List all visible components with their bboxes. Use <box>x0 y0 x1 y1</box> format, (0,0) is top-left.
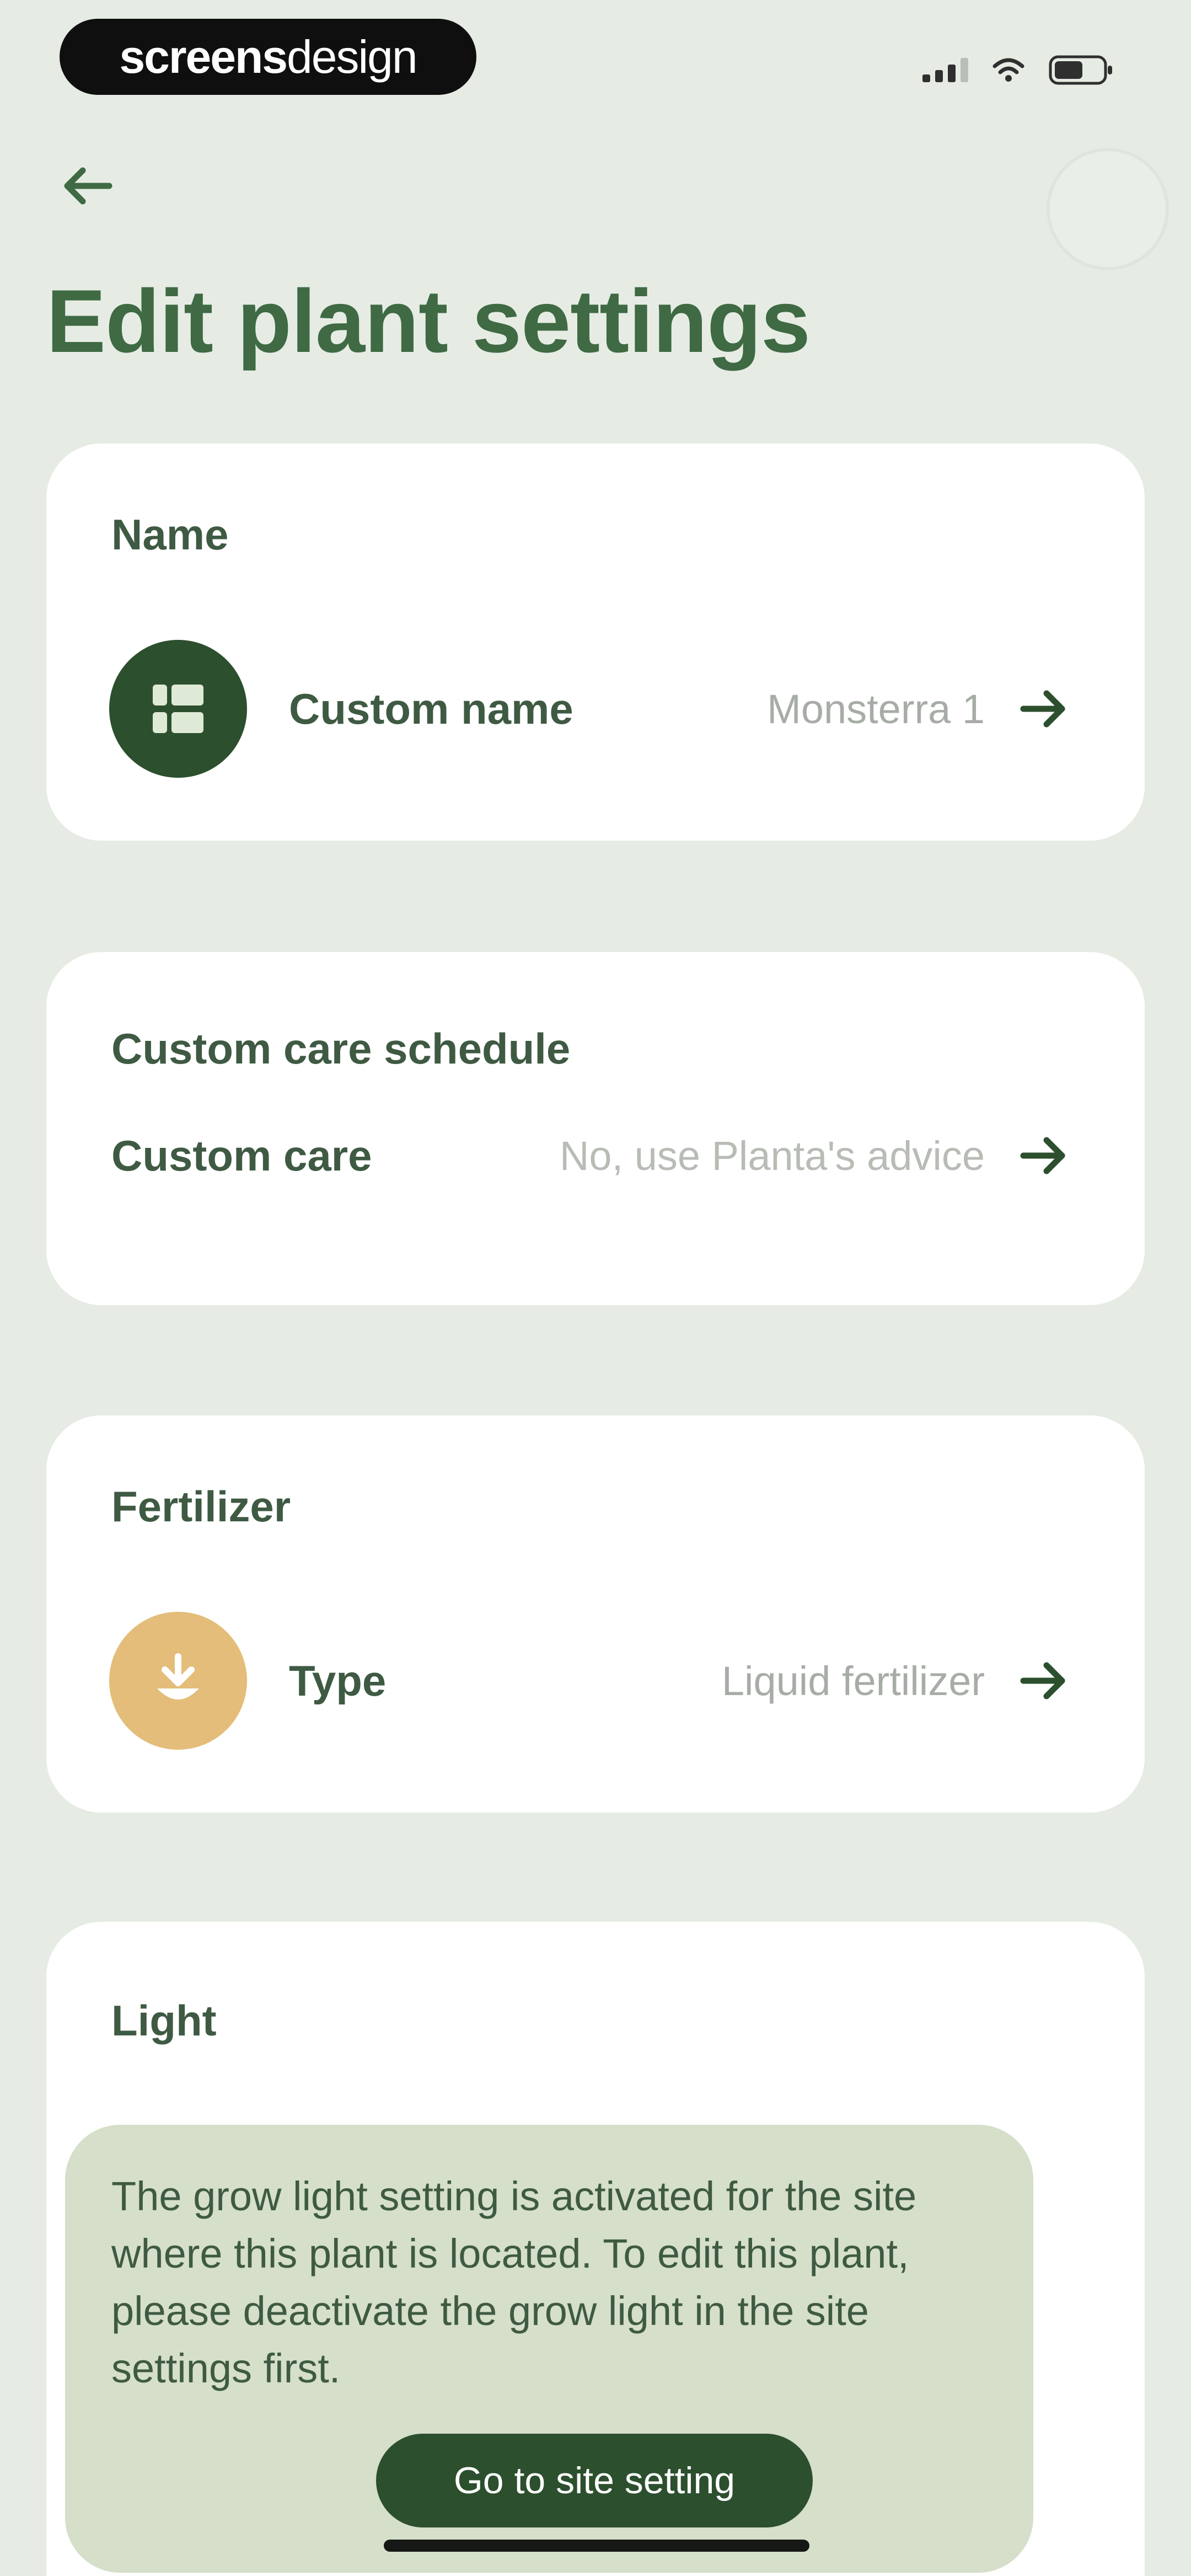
system-icons <box>922 51 1114 89</box>
fertilizer-type-value: Liquid fertilizer <box>721 1658 985 1704</box>
custom-name-value: Monsterra 1 <box>767 686 985 732</box>
custom-care-value: No, use Planta's advice <box>559 1132 985 1179</box>
fertilizer-card: Fertilizer Type Liquid fertilizer <box>46 1415 1145 1813</box>
home-indicator <box>384 2540 809 2552</box>
grow-light-notice-text: The grow light setting is activated for … <box>111 2173 917 2391</box>
plant-tag-icon <box>109 640 247 778</box>
custom-name-row[interactable]: Custom name Monsterra 1 <box>46 640 1145 778</box>
brand-logo-light: design <box>287 30 418 83</box>
arrow-right-icon <box>1013 640 1074 778</box>
page-title: Edit plant settings <box>46 271 811 371</box>
custom-care-row[interactable]: Custom care No, use Planta's advice <box>46 1087 1145 1225</box>
back-button[interactable] <box>54 156 120 216</box>
go-to-site-setting-button[interactable]: Go to site setting <box>376 2434 813 2527</box>
arrow-right-icon <box>1013 1612 1074 1750</box>
status-bar: screens design <box>0 0 1191 110</box>
fertilizer-type-label: Type <box>289 1656 387 1705</box>
brand-logo-bold: screens <box>119 30 288 83</box>
wifi-icon <box>993 57 1024 83</box>
fertilizer-section-title: Fertilizer <box>111 1482 291 1531</box>
fertilizer-type-row[interactable]: Type Liquid fertilizer <box>46 1612 1145 1750</box>
light-section-title: Light <box>111 1996 217 2045</box>
profile-avatar-button[interactable] <box>1047 148 1169 270</box>
care-section-title: Custom care schedule <box>111 1024 571 1073</box>
name-section-title: Name <box>111 510 229 559</box>
name-card: Name Custom name Monsterra 1 <box>46 443 1145 841</box>
fertilizer-drop-icon <box>109 1612 247 1750</box>
custom-name-label: Custom name <box>289 684 573 733</box>
custom-care-label: Custom care <box>111 1131 372 1180</box>
cellular-signal-icon <box>922 58 968 82</box>
brand-logo: screens design <box>60 19 476 95</box>
battery-icon <box>1049 55 1114 85</box>
arrow-right-icon <box>1013 1087 1074 1225</box>
care-schedule-card: Custom care schedule Custom care No, use… <box>46 952 1145 1305</box>
arrow-left-icon <box>64 167 112 205</box>
